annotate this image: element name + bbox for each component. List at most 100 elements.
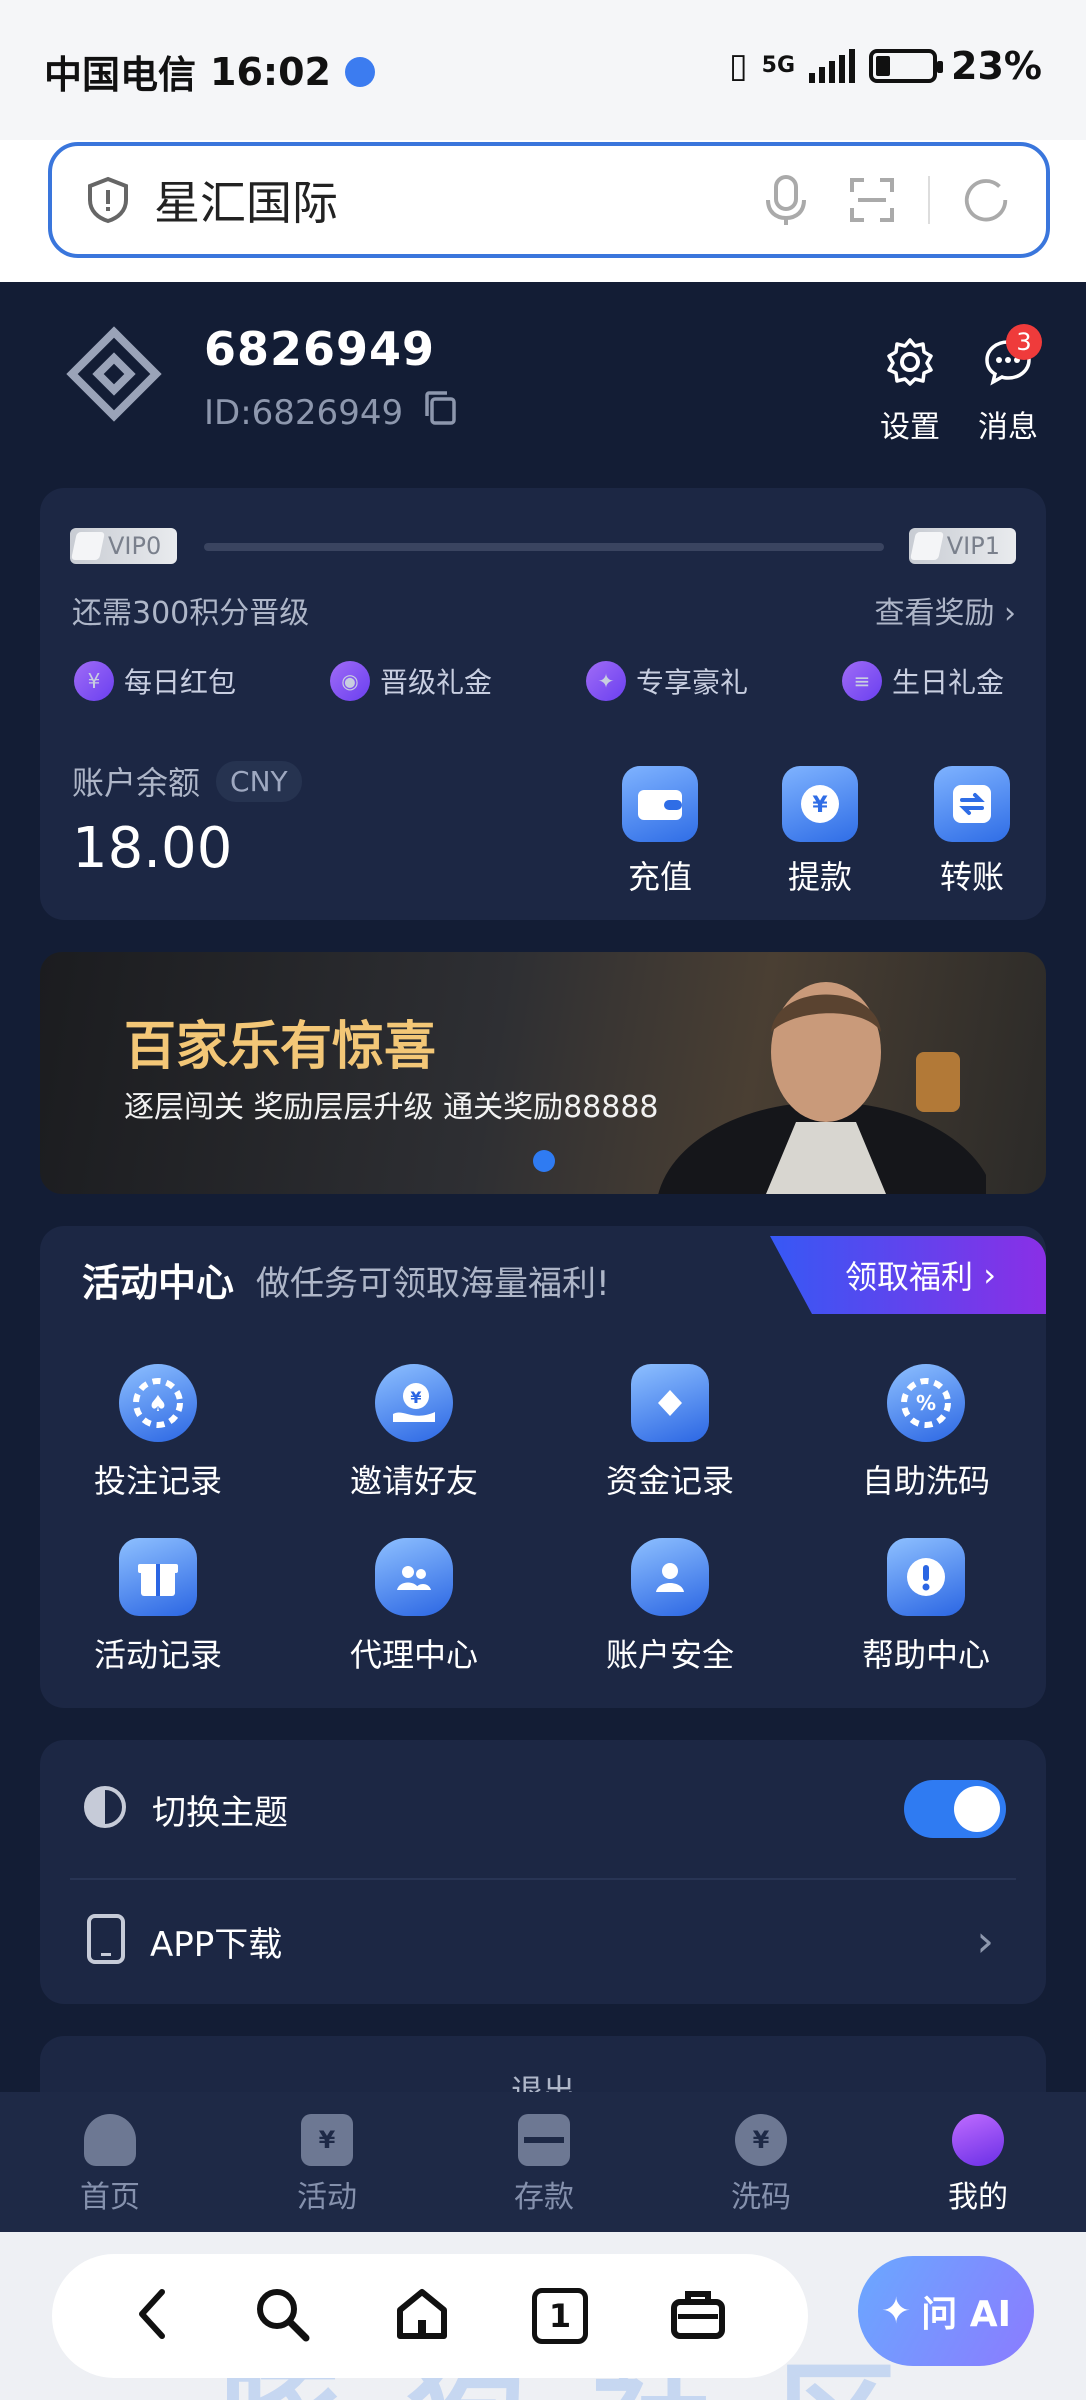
avatar[interactable] (64, 324, 164, 424)
yen-coin-icon: ¥ (782, 766, 858, 842)
microphone-icon[interactable] (760, 174, 812, 226)
grid-fund-records[interactable]: 资金记录 (570, 1364, 770, 1502)
redpacket-icon: ¥ (74, 661, 114, 701)
svg-text:¥: ¥ (812, 793, 828, 818)
poker-chip-icon: ♠ (119, 1364, 197, 1442)
home-icon[interactable] (392, 2284, 452, 2348)
grid-account-security[interactable]: 账户安全 (570, 1538, 770, 1676)
claim-benefits-button[interactable]: 领取福利 › (770, 1236, 1046, 1314)
deposit-label: 充值 (627, 858, 692, 896)
grid-label: 自助洗码 (861, 1462, 990, 1500)
perk-exclusive-gift[interactable]: ✦ 专享豪礼 (586, 656, 748, 706)
briefcase-icon[interactable] (668, 2284, 728, 2348)
cake-icon: ≡ (842, 661, 882, 701)
back-icon[interactable] (132, 2286, 172, 2346)
search-icon[interactable] (252, 2284, 312, 2348)
view-rewards-label: 查看奖励 (874, 596, 995, 631)
grid-bet-records[interactable]: ♠ 投注记录 (58, 1364, 258, 1502)
activity-title: 活动中心 (82, 1252, 235, 1313)
promo-banner[interactable]: 百家乐有惊喜 逐层闯关 奖励层层升级 通关奖励88888 (40, 952, 1046, 1194)
vip-balance-card: VIP0 VIP1 还需300积分晋级 查看奖励 › ¥ 每日红包 ◉ 晋级礼金 ✦… (40, 488, 1046, 920)
tab-label: 洗码 (731, 2180, 791, 2215)
username: 6826949 (204, 322, 436, 376)
browser-nav-pill: 1 (52, 2254, 808, 2378)
theme-toggle[interactable] (904, 1780, 1006, 1838)
copy-icon[interactable] (423, 390, 459, 435)
tabs-count-icon[interactable]: 1 (532, 2288, 588, 2344)
grid-label: 帮助中心 (861, 1636, 990, 1674)
messages-button[interactable]: 3 消息 (978, 324, 1042, 446)
grid-self-rebate[interactable]: % 自助洗码 (826, 1364, 1026, 1502)
exclamation-icon (887, 1538, 965, 1616)
tab-label: 首页 (80, 2180, 140, 2215)
transfer-icon (934, 766, 1010, 842)
currency-badge: CNY (216, 760, 302, 802)
card-icon (518, 2114, 570, 2166)
search-input[interactable]: 星汇国际 (48, 142, 1050, 258)
grid-label: 活动记录 (93, 1636, 222, 1674)
grid-agent-center[interactable]: 代理中心 (314, 1538, 514, 1676)
perk-label: 生日礼金 (892, 666, 1005, 699)
grid-label: 账户安全 (605, 1636, 734, 1674)
refresh-icon[interactable] (960, 174, 1012, 226)
vip-need-text: 还需300积分晋级 (72, 596, 310, 631)
deposit-button[interactable]: 充值 (622, 766, 698, 898)
tab-label: 存款 (514, 2180, 574, 2215)
chevron-right-icon: › (1004, 596, 1016, 631)
grid-label: 资金记录 (605, 1462, 734, 1500)
tab-home[interactable]: 首页 (40, 2114, 180, 2216)
view-rewards-link[interactable]: 查看奖励 › (874, 588, 1016, 632)
svg-text:♠: ♠ (148, 1392, 168, 1417)
activity-center: 活动中心 做任务可领取海量福利! 领取福利 › ♠ 投注记录 ¥ 邀请好友 资金… (40, 1226, 1046, 1708)
tab-label: 我的 (948, 2180, 1008, 2215)
battery-icon (869, 49, 944, 83)
grid-label: 邀请好友 (349, 1462, 478, 1500)
vibrate-icon: ▯ (728, 46, 748, 86)
bottom-tab-bar: 首页 ¥ 活动 存款 ¥ 洗码 我的 (0, 2092, 1086, 2232)
tab-rebate[interactable]: ¥ 洗码 (691, 2114, 831, 2216)
percent-chip-icon: % (887, 1364, 965, 1442)
grid-help-center[interactable]: 帮助中心 (826, 1538, 1026, 1676)
chat-icon: 3 (982, 324, 1042, 396)
theme-switch-row[interactable]: 切换主题 (40, 1744, 1046, 1874)
shield-icon (82, 174, 134, 226)
perk-label: 每日红包 (124, 666, 237, 699)
vip-next-badge: VIP1 (908, 528, 1016, 564)
user-id: ID:6826949 (204, 392, 404, 433)
transfer-button[interactable]: 转账 (934, 766, 1010, 898)
claim-label: 领取福利 (845, 1258, 974, 1296)
home-icon (84, 2114, 136, 2166)
grid-activity-records[interactable]: 活动记录 (58, 1538, 258, 1676)
scan-icon[interactable] (846, 174, 898, 226)
banner-subtitle: 逐层闯关 奖励层层升级 通关奖励88888 (124, 1090, 659, 1125)
browser-address-area: 星汇国际 (0, 140, 1086, 282)
tab-activity[interactable]: ¥ 活动 (257, 2114, 397, 2216)
theme-label: 切换主题 (152, 1792, 288, 1833)
vip-current-badge: VIP0 (70, 528, 178, 564)
signal-icon (809, 49, 856, 83)
svg-text:%: % (916, 1391, 936, 1415)
status-bar: 中国电信 16:02 ▯ 5G 23% (0, 0, 1086, 140)
tab-mine[interactable]: 我的 (908, 2114, 1048, 2216)
balance-label: 账户余额 (72, 764, 201, 802)
activity-description: 做任务可领取海量福利! (256, 1264, 610, 1304)
banner-person-image (658, 982, 986, 1194)
tab-deposit[interactable]: 存款 (474, 2114, 614, 2216)
user-shield-icon (631, 1538, 709, 1616)
grid-invite-friends[interactable]: ¥ 邀请好友 (314, 1364, 514, 1502)
tab-label: 活动 (297, 2180, 357, 2215)
perk-birthday-bonus[interactable]: ≡ 生日礼金 (842, 656, 1004, 706)
wallet-icon (622, 766, 698, 842)
camera-gift-icon: ◉ (330, 661, 370, 701)
perk-daily-redpacket[interactable]: ¥ 每日红包 (74, 656, 236, 706)
withdraw-button[interactable]: ¥ 提款 (782, 766, 858, 898)
contrast-icon (82, 1784, 128, 1834)
ask-ai-button[interactable]: ✦ 问 AI (858, 2256, 1034, 2366)
carousel-indicator[interactable] (533, 1150, 555, 1172)
battery-percent: 23% (951, 44, 1042, 88)
app-notification-icon (344, 56, 375, 87)
settings-button[interactable]: 设置 (880, 336, 940, 446)
perk-upgrade-bonus[interactable]: ◉ 晋级礼金 (330, 656, 492, 706)
hand-coin-icon: ¥ (375, 1364, 453, 1442)
app-download-row[interactable]: APP下载 › (40, 1876, 1046, 2006)
